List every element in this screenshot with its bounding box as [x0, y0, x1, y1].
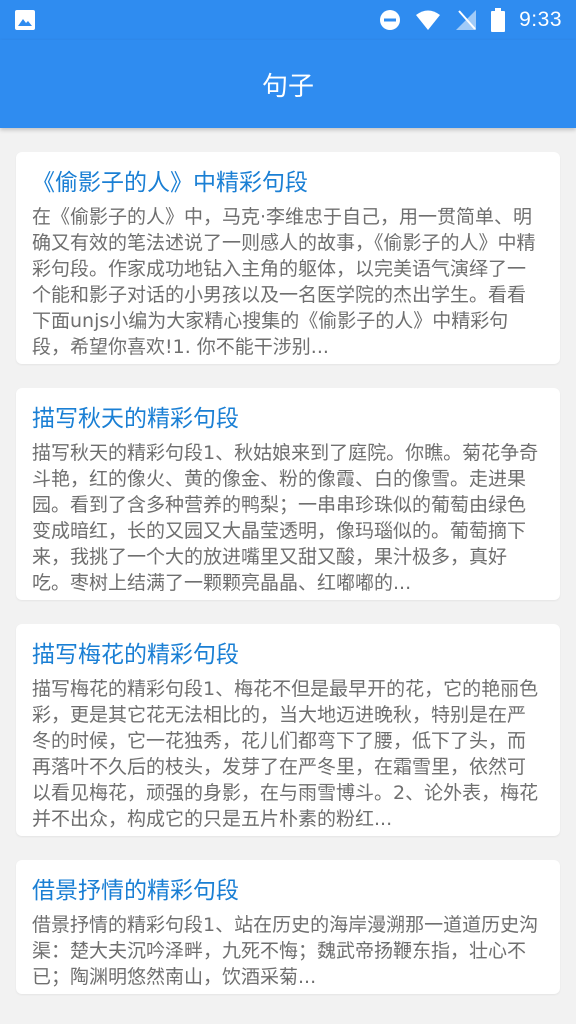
- do-not-disturb-icon: [379, 9, 401, 31]
- article-title[interactable]: 《偷影子的人》中精彩句段: [32, 164, 544, 202]
- article-summary: 描写梅花的精彩句段1、梅花不但是最早开的花，它的艳丽色彩，更是其它花无法相比的，…: [32, 678, 539, 830]
- page-title: 句子: [261, 71, 314, 102]
- article-list[interactable]: 《偷影子的人》中精彩句段 在《偷影子的人》中，马克·李维忠于自己，用一贯简单、明…: [0, 128, 576, 1024]
- clock: 9:33: [519, 8, 562, 31]
- no-signal-icon: [455, 9, 477, 31]
- article-summary: 在《偷影子的人》中，马克·李维忠于自己，用一贯简单、明确又有效的笔法述说了一则感…: [32, 206, 536, 358]
- battery-icon: [491, 8, 506, 32]
- article-title[interactable]: 描写秋天的精彩句段: [32, 400, 544, 438]
- article-summary: 借景抒情的精彩句段1、站在历史的海岸漫溯那一道道历史沟渠：楚大夫沉吟泽畔，九死不…: [32, 914, 539, 988]
- wifi-icon: [415, 9, 441, 31]
- app-bar: 句子: [0, 40, 576, 128]
- gallery-notification-icon: [14, 9, 36, 31]
- article-card[interactable]: 描写秋天的精彩句段 描写秋天的精彩句段1、秋姑娘来到了庭院。你瞧。菊花争奇斗艳，…: [16, 388, 560, 600]
- article-title[interactable]: 描写梅花的精彩句段: [32, 636, 544, 674]
- article-summary: 描写秋天的精彩句段1、秋姑娘来到了庭院。你瞧。菊花争奇斗艳，红的像火、黄的像金、…: [32, 442, 539, 594]
- article-card[interactable]: 《偷影子的人》中精彩句段 在《偷影子的人》中，马克·李维忠于自己，用一贯简单、明…: [16, 152, 560, 364]
- article-title[interactable]: 借景抒情的精彩句段: [32, 872, 544, 910]
- article-card[interactable]: 描写梅花的精彩句段 描写梅花的精彩句段1、梅花不但是最早开的花，它的艳丽色彩，更…: [16, 624, 560, 836]
- article-card[interactable]: 借景抒情的精彩句段 借景抒情的精彩句段1、站在历史的海岸漫溯那一道道历史沟渠：楚…: [16, 860, 560, 994]
- status-bar: 9:33: [0, 0, 576, 40]
